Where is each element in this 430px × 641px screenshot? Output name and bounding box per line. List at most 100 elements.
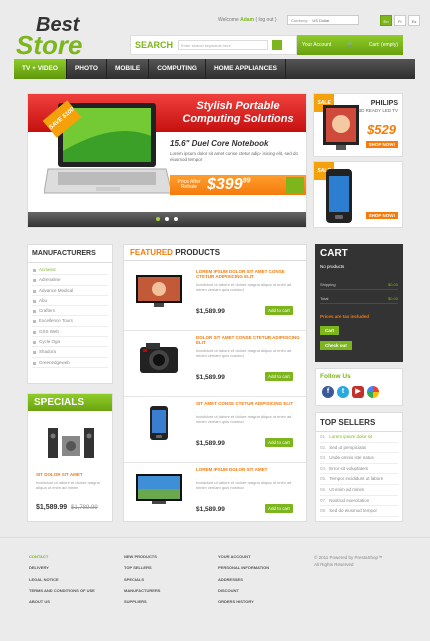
footer-link[interactable]: ORDERS HISTORY	[218, 599, 269, 610]
product-name[interactable]: LOREM IPSUM DOLOR SIT AMET CONSE CTETUR …	[196, 269, 300, 280]
nav-photo[interactable]: PHOTO	[67, 59, 107, 79]
footer-link[interactable]: LEGAL NOTICE	[29, 577, 95, 588]
slider-dot-1[interactable]	[156, 217, 160, 221]
manufacturer-item[interactable]: Adrenaline	[32, 275, 108, 286]
nav-home-appliances[interactable]: HOME APPLIANCES	[206, 59, 286, 79]
twitter-icon[interactable]: t	[337, 386, 349, 398]
manufacturer-item[interactable]: GSS Web	[32, 327, 108, 338]
slider-title-line2: Computing Solutions	[182, 112, 294, 125]
your-account-link[interactable]: Your Account	[302, 42, 331, 48]
footer-link[interactable]: MANUFACTURERS	[124, 588, 160, 599]
follow-us-box: Follow Us f t ▶	[315, 368, 403, 406]
cart-box: CART No products Shipping $0.00 Total $0…	[315, 244, 403, 362]
nav-computing[interactable]: COMPUTING	[149, 59, 206, 79]
currency-value: US Dollar	[312, 17, 330, 23]
top-seller-item[interactable]: 06. Ut enim ad minim	[320, 485, 398, 496]
product-card: DOLOR SIT AMET CONSE CTETUR ADIPISICING …	[124, 331, 306, 397]
top-seller-item[interactable]: 02. Sed ut perspiciatis	[320, 443, 398, 454]
logout-link[interactable]: ( log out )	[255, 17, 276, 23]
promo-samsung[interactable]: SALE SAMSUNG WAVE M S7250 $229 SHOP NOW!	[313, 161, 403, 228]
tv-image[interactable]	[134, 273, 184, 309]
cart-button[interactable]: Cart	[320, 326, 340, 335]
manufacturer-item[interactable]: Abu	[32, 296, 108, 307]
footer-link[interactable]: SUPPLIERS	[124, 599, 160, 610]
footer-link[interactable]: ADDRESSES	[218, 577, 269, 588]
lang-en[interactable]: En	[380, 15, 392, 26]
top-seller-item[interactable]: 03. Unde omnis iste natus	[320, 453, 398, 464]
product-name[interactable]: SIT AMET CONSE CTETUR ADIPISICING ELIT	[196, 401, 300, 406]
slider-cart-icon[interactable]	[286, 177, 304, 193]
lang-es[interactable]: Es	[408, 15, 420, 26]
nav-mobile[interactable]: MOBILE	[107, 59, 150, 79]
manufacturer-item[interactable]: Greenedgeweb	[32, 358, 108, 368]
checkout-button[interactable]: Check out	[320, 341, 352, 350]
currency-label: Currency:	[291, 17, 309, 23]
header-cart-link[interactable]: Cart: (empty)	[369, 42, 398, 48]
add-to-cart-button[interactable]: Add to cart	[265, 306, 293, 315]
speaker-system-image[interactable]	[46, 424, 96, 460]
top-seller-item[interactable]: 01. Lorem ipsum dolor sit	[320, 432, 398, 443]
footer-link[interactable]: DELIVERY	[29, 565, 95, 576]
footer-link[interactable]: DISCOUNT	[218, 588, 269, 599]
slider-price-cents: 99	[242, 177, 251, 185]
hero-slider[interactable]: SAVE $100 Stylish Portable Computing Sol…	[27, 93, 307, 228]
manufacturers-list: Acmeinc Adrenaline Advance Medical Abu C…	[28, 263, 112, 370]
footer-link[interactable]: TOP SELLERS	[124, 565, 160, 576]
camera-image[interactable]	[134, 339, 184, 375]
footer-link[interactable]: YOUR ACCOUNT	[218, 554, 269, 565]
slider-dot-2[interactable]	[165, 217, 169, 221]
account-cart-bar: Your Account 🛒 Cart: (empty)	[297, 35, 403, 55]
top-seller-item[interactable]: 08. Sed do eiusmod tempor	[320, 506, 398, 517]
footer-link[interactable]: CONTACT	[29, 554, 95, 565]
featured-title-a: FEATURED	[130, 248, 173, 257]
currency-select[interactable]: Currency: US Dollar	[287, 15, 359, 25]
manufacturer-item[interactable]: Cycle Oga	[32, 337, 108, 348]
top-seller-item[interactable]: 05. Tempor incididunt ut labore	[320, 474, 398, 485]
top-seller-label: Tempor incididunt ut labore	[329, 476, 384, 482]
footer-link[interactable]: ABOUT US	[29, 599, 95, 610]
search-label: SEARCH	[135, 40, 174, 50]
product-price: $1,589.99	[196, 440, 225, 447]
footer-link[interactable]: SPECIALS	[124, 577, 160, 588]
cart-icon[interactable]: 🛒	[347, 42, 353, 48]
manufacturer-item[interactable]: Acmeinc	[32, 265, 108, 276]
footer-link[interactable]: TERMS AND CONDITIONS OF USE	[29, 588, 95, 599]
nav-tv-video[interactable]: TV + VIDEO	[14, 59, 67, 79]
add-to-cart-button[interactable]: Add to cart	[265, 372, 293, 381]
smartphone-image[interactable]	[134, 405, 184, 441]
promo-philips[interactable]: SALE PHILIPS 3D READY LED TV $529 SHOP N…	[313, 93, 403, 157]
top-seller-item[interactable]: 07. Nostrud exercitation	[320, 496, 398, 507]
lang-fr[interactable]: Fr	[394, 15, 406, 26]
promo-shop-button[interactable]: SHOP NOW!	[365, 141, 398, 148]
specials-title: SPECIALS	[28, 394, 112, 411]
top-seller-label: Sed ut perspiciatis	[329, 444, 367, 450]
cart-title: CART	[320, 248, 348, 259]
store-logo[interactable]: Best Store	[16, 15, 82, 58]
product-name[interactable]: LOREM IPSUM DOLOR SIT AMET	[196, 467, 300, 472]
youtube-icon[interactable]: ▶	[352, 386, 364, 398]
facebook-icon[interactable]: f	[322, 386, 334, 398]
tv-image[interactable]	[134, 471, 184, 507]
product-name[interactable]: DOLOR SIT AMET CONSE CTETUR ADIPISICING …	[196, 335, 300, 346]
promo-shop-button[interactable]: SHOP NOW!	[365, 212, 398, 219]
picasa-icon[interactable]	[367, 386, 379, 398]
manufacturer-item[interactable]: Crafters	[32, 306, 108, 317]
search-input[interactable]: Enter search keywords here	[178, 40, 269, 50]
manufacturer-item[interactable]: Excellence Tours	[32, 316, 108, 327]
footer-link[interactable]: NEW PRODUCTS	[124, 554, 160, 565]
add-to-cart-button[interactable]: Add to cart	[265, 438, 293, 447]
welcome-prefix: Welcome	[218, 17, 239, 23]
top-sellers-title: TOP SELLERS	[316, 413, 402, 432]
manufacturer-item[interactable]: Advance Medical	[32, 286, 108, 296]
special-product-name[interactable]: SIT DOLOR SIT AMET	[36, 472, 83, 477]
top-seller-item[interactable]: 04. Error sit voluptatem	[320, 464, 398, 475]
total-label: Total	[320, 296, 329, 301]
copyright: © 2011 Powered by PrestaShop™ All Rights…	[314, 554, 383, 568]
manufacturer-item[interactable]: Shadora	[32, 347, 108, 358]
product-card: LOREM IPSUM DOLOR SIT AMET Incididunt ut…	[124, 463, 306, 529]
add-to-cart-button[interactable]: Add to cart	[265, 504, 293, 513]
slider-dot-3[interactable]	[174, 217, 178, 221]
search-submit-button[interactable]	[272, 40, 283, 50]
product-price: $1,589.99	[196, 374, 225, 381]
footer-link[interactable]: PERSONAL INFORMATION	[218, 565, 269, 576]
